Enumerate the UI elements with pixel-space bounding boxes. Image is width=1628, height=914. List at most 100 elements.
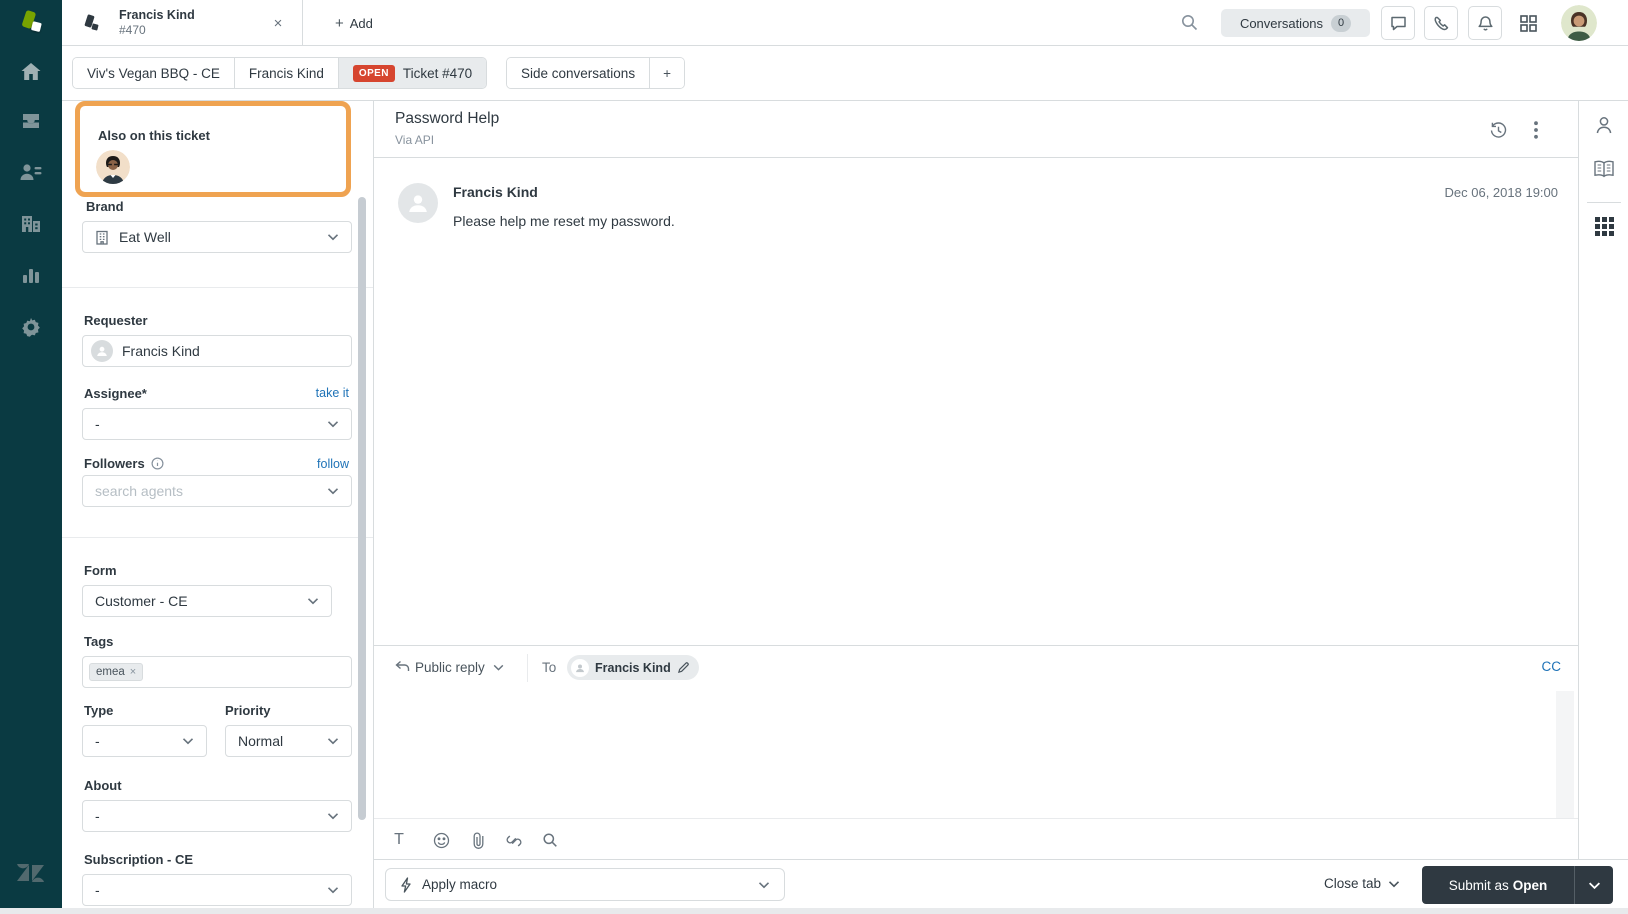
search-icon[interactable] — [539, 829, 561, 851]
form-select[interactable]: Customer - CE — [82, 585, 332, 617]
breadcrumb: Viv's Vegan BBQ - CE Francis Kind OPEN T… — [72, 57, 488, 89]
to-label: To — [542, 660, 557, 675]
emoji-icon[interactable] — [430, 829, 452, 851]
chat-button[interactable] — [1381, 6, 1415, 40]
views-icon[interactable] — [0, 104, 62, 138]
about-label: About — [84, 778, 122, 793]
message-timestamp: Dec 06, 2018 19:00 — [1444, 185, 1558, 200]
attachment-icon[interactable] — [467, 829, 489, 851]
tag-chip[interactable]: emea × — [89, 663, 144, 681]
reply-header: Public reply To Francis Kind CC — [374, 646, 1578, 690]
composer-scrollbar-track[interactable] — [1556, 691, 1574, 819]
ticket-fields-panel: Also on this ticket Brand Eat Well Reque… — [62, 101, 374, 908]
edit-pencil-icon[interactable] — [677, 661, 690, 674]
conversations-button[interactable]: Conversations 0 — [1221, 9, 1370, 37]
kebab-menu-icon[interactable] — [1524, 118, 1548, 142]
breadcrumb-ticket[interactable]: OPEN Ticket #470 — [338, 58, 487, 88]
chevron-down-icon — [493, 664, 504, 671]
agent-avatar[interactable] — [1561, 5, 1597, 41]
breadcrumb-requester[interactable]: Francis Kind — [234, 58, 339, 88]
admin-gear-icon[interactable] — [0, 310, 62, 344]
zendesk-agent-workspace: Francis Kind #470 × + Add Conversations … — [0, 0, 1628, 908]
followers-label: Followers — [84, 456, 145, 471]
link-icon[interactable] — [503, 829, 525, 851]
followers-label-row: Followers — [84, 456, 164, 471]
brand-value: Eat Well — [119, 229, 171, 245]
tags-label: Tags — [84, 634, 114, 649]
apps-icon[interactable] — [1579, 214, 1628, 238]
conversations-count-badge: 0 — [1331, 14, 1352, 32]
submit-button[interactable]: Submit as Open — [1422, 866, 1574, 904]
subscription-value: - — [95, 882, 100, 898]
close-tab-icon[interactable]: × — [267, 12, 289, 34]
submit-options-chevron[interactable] — [1574, 866, 1613, 904]
customers-icon[interactable] — [0, 155, 62, 189]
reporting-icon[interactable] — [0, 258, 62, 292]
breadcrumb-row: Viv's Vegan BBQ - CE Francis Kind OPEN T… — [62, 46, 1628, 101]
composer-toolbar: T — [374, 818, 1578, 859]
requester-field[interactable]: Francis Kind — [82, 335, 352, 367]
breadcrumb-brand[interactable]: Viv's Vegan BBQ - CE — [73, 58, 235, 88]
requester-avatar-icon — [91, 340, 113, 362]
apps-grid-icon[interactable] — [1514, 9, 1542, 37]
brand-select[interactable]: Eat Well — [82, 221, 352, 253]
form-label: Form — [84, 563, 117, 578]
home-icon[interactable] — [0, 55, 62, 89]
priority-value: Normal — [238, 733, 284, 749]
tab-subtitle: #470 — [119, 23, 146, 37]
assignee-value: - — [95, 416, 100, 432]
about-select[interactable]: - — [82, 800, 352, 832]
close-tab-button[interactable]: Close tab — [1324, 876, 1400, 891]
tags-input[interactable]: emea × — [82, 656, 352, 688]
recipient-avatar-icon — [571, 658, 589, 677]
ticket-subject: Password Help — [395, 110, 500, 127]
phone-button[interactable] — [1424, 6, 1458, 40]
recipient-name: Francis Kind — [595, 660, 671, 675]
ticket-channel: Via API — [395, 133, 435, 147]
tag-text: emea — [96, 666, 125, 678]
tag-remove-icon[interactable]: × — [130, 666, 136, 678]
submit-status: Open — [1512, 877, 1548, 893]
knowledge-icon[interactable] — [1579, 157, 1628, 181]
fields-scrollbar[interactable] — [358, 197, 366, 820]
reply-arrow-icon — [395, 660, 410, 673]
info-icon[interactable] — [151, 457, 164, 470]
priority-label: Priority — [225, 703, 271, 718]
requester-label: Requester — [84, 313, 148, 328]
apply-macro-select[interactable]: Apply macro — [385, 868, 785, 901]
add-side-conversation-button[interactable]: + — [650, 58, 684, 88]
follow-link[interactable]: follow — [317, 457, 349, 471]
left-nav-rail — [0, 0, 62, 908]
viewer-avatar[interactable] — [96, 150, 130, 184]
chevron-down-icon — [1388, 880, 1400, 887]
assignee-label: Assignee* — [84, 386, 147, 401]
ticket-tab[interactable]: Francis Kind #470 × — [62, 0, 303, 46]
recipient-pill[interactable]: Francis Kind — [567, 655, 699, 680]
zendesk-support-product-icon[interactable] — [0, 6, 62, 40]
side-conversations-button[interactable]: Side conversations — [507, 58, 651, 88]
submit-split-button: Submit as Open — [1422, 866, 1613, 904]
priority-select[interactable]: Normal — [225, 725, 352, 757]
followers-placeholder: search agents — [95, 483, 183, 499]
take-it-link[interactable]: take it — [316, 386, 349, 400]
organizations-icon[interactable] — [0, 207, 62, 241]
subscription-select[interactable]: - — [82, 874, 352, 906]
history-icon[interactable] — [1486, 118, 1510, 142]
reply-type-selector[interactable]: Public reply — [415, 660, 504, 675]
side-conversations-group: Side conversations + — [506, 57, 685, 89]
zendesk-logo — [0, 860, 62, 886]
reply-composer: Public reply To Francis Kind CC T — [374, 645, 1578, 859]
type-select[interactable]: - — [82, 725, 207, 757]
message-author-name: Francis Kind — [453, 184, 538, 200]
cc-link[interactable]: CC — [1542, 659, 1562, 674]
search-icon[interactable] — [1180, 13, 1199, 32]
assignee-select[interactable]: - — [82, 408, 352, 440]
add-tab-button[interactable]: + Add — [323, 0, 385, 46]
add-label: Add — [349, 15, 373, 31]
bell-button[interactable] — [1468, 6, 1502, 40]
text-format-icon[interactable]: T — [388, 829, 410, 851]
followers-select[interactable]: search agents — [82, 475, 352, 507]
top-bar: Francis Kind #470 × + Add Conversations … — [62, 0, 1628, 46]
user-icon[interactable] — [1579, 113, 1628, 137]
reply-type-label: Public reply — [415, 660, 485, 675]
